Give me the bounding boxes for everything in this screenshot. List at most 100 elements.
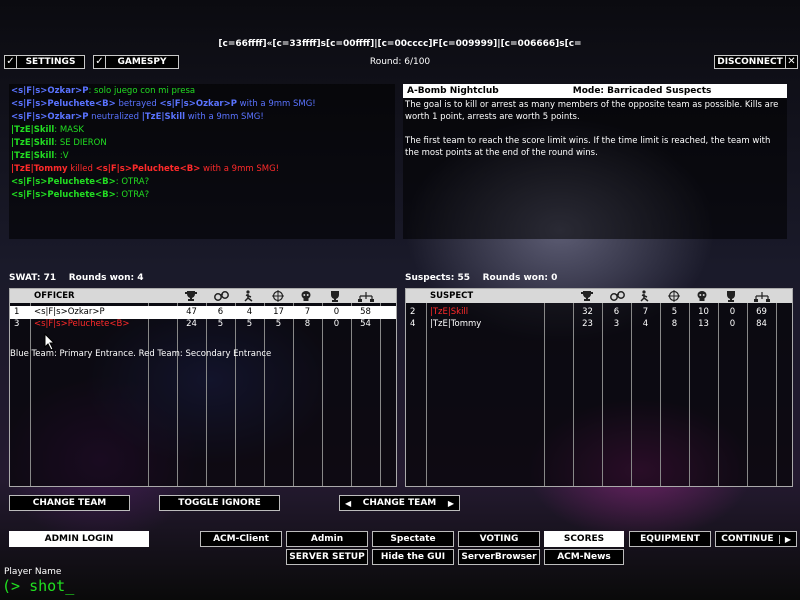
close-icon[interactable]: ✕ [785,56,797,68]
swat-score-header: SWAT: 71 Rounds won: 4 [9,273,144,283]
player-name-label: Player Name [4,567,62,577]
swat-scoreboard: OFFICER 1 <s|F|s>Ozkar>P 47 6 4 17 7 0 58 3 <s|F|s… [9,288,397,487]
chat-line: |TzE|Skill: :V [11,150,393,163]
skull-icon[interactable] [696,290,712,302]
scores-button[interactable]: SCORES [544,531,624,547]
chat-message-text: : MASK [54,125,84,135]
trophy-icon[interactable] [580,290,596,302]
arrow-right-icon: ▶ [778,534,796,544]
chat-message-text: with a 9mm SMG! [200,164,280,174]
chat-player-name: <s|F|s>Ozkar>P [11,112,89,122]
handcuffs-icon[interactable] [213,290,229,302]
arrow-right-icon[interactable]: ▶ [443,499,459,508]
suspects-score: Suspects: 55 [405,273,471,283]
chat-message-text: : :V [54,151,69,161]
stat-arrest-figure: 5 [246,319,253,329]
chat-line: <s|F|s>Peluchete<B>: OTRA? [11,176,393,189]
mouse-cursor-icon [44,333,56,351]
chat-line: <s|F|s>Peluchete<B> betrayed <s|F|s>Ozka… [11,98,393,111]
chat-line: <s|F|s>Peluchete<B>: OTRA? [11,189,393,202]
stat-trophy: 23 [582,319,593,329]
stat-handcuffs: 3 [613,319,620,329]
server-browser-button[interactable]: ServerBrowser [458,549,540,565]
chat-player-name: <s|F|s>Ozkar>P [159,99,237,109]
check-icon: ✓ [94,56,106,68]
admin-login-button[interactable]: ADMIN LOGIN [9,531,149,547]
suspects-table-header: SUSPECT [406,289,792,303]
arrest-figure-icon[interactable] [242,290,258,302]
spectate-button[interactable]: Spectate [372,531,454,547]
chat-message-text: with a 9mm SMG! [236,99,316,109]
continue-button[interactable]: CONTINUE ▶ [715,531,797,547]
chat-message-text: : solo juego con mi presa [88,86,196,96]
swat-table-header: OFFICER [10,289,396,303]
settings-label: SETTINGS [25,57,76,67]
player-name: <s|F|s>Peluchete<B> [34,319,130,329]
swat-rounds-won: Rounds won: 4 [68,273,144,283]
chat-line: <s|F|s>Ozkar>P neutralized |TzE|Skill wi… [11,111,393,124]
change-team-selector[interactable]: ◀ CHANGE TEAM ▶ [339,495,460,511]
admin-button[interactable]: Admin [286,531,368,547]
voting-button[interactable]: VOTING [458,531,540,547]
chat-player-name: <s|F|s>Peluchete<B> [95,164,201,174]
player-number: 4 [410,319,416,329]
chat-player-name: <s|F|s>Ozkar>P [11,86,89,96]
chat-message-text: : SE DIERON [54,138,107,148]
ping-network-icon[interactable] [358,290,374,302]
trophy-icon[interactable] [184,290,200,302]
skull-icon[interactable] [300,290,316,302]
stat-handcuffs: 5 [217,319,224,329]
crosshair-icon[interactable] [667,290,683,302]
crosshair-icon[interactable] [271,290,287,302]
stat-ping-network: 54 [360,319,371,329]
arrest-figure-icon[interactable] [638,290,654,302]
equipment-button[interactable]: EQUIPMENT [629,531,711,547]
chat-player-name: |TzE|Skill [141,112,186,122]
hide-gui-button[interactable]: Hide the GUI [372,549,454,565]
disconnect-label: DISCONNECT [717,57,783,67]
map-description: The goal is to kill or arrest as many me… [405,100,779,158]
chat-player-name: <s|F|s>Peluchete<B> [11,99,116,109]
stat-ping-network: 84 [756,319,767,329]
chat-message-text: neutralized [88,112,142,122]
officer-column-header: OFFICER [34,291,75,301]
ping-network-icon[interactable] [754,290,770,302]
award-icon[interactable] [329,290,345,302]
stat-trophy: 24 [186,319,197,329]
stat-award: 0 [729,319,736,329]
chat-line: |TzE|Skill: MASK [11,124,393,137]
chat-message-text: with a 9mm SMG! [185,112,264,122]
player-name: |TzE|Tommy [430,319,482,329]
chat-player-name: |TzE|Skill [11,125,55,135]
stat-skull: 13 [698,319,709,329]
player-row[interactable]: 4 |TzE|Tommy 23 3 4 8 13 0 84 [406,318,792,331]
stat-skull: 8 [304,319,311,329]
handcuffs-icon[interactable] [609,290,625,302]
player-row[interactable]: 3 <s|F|s>Peluchete<B> 24 5 5 5 8 0 54 [10,318,396,331]
chat-line: |TzE|Skill: SE DIERON [11,137,393,150]
arrow-left-icon[interactable]: ◀ [340,499,356,508]
acm-client-button[interactable]: ACM-Client [200,531,282,547]
chat-player-name: |TzE|Skill [11,138,55,148]
suspect-column-header: SUSPECT [430,291,474,301]
chat-message-text: betrayed [115,99,160,109]
stat-crosshair: 5 [275,319,282,329]
change-team-button[interactable]: CHANGE TEAM [9,495,130,511]
suspects-score-header: Suspects: 55 Rounds won: 0 [405,273,557,283]
settings-button[interactable]: ✓ SETTINGS [4,55,85,69]
disconnect-button[interactable]: DISCONNECT ✕ [714,55,798,69]
gamespy-label: GAMESPY [117,57,167,67]
toggle-ignore-button[interactable]: TOGGLE IGNORE [159,495,280,511]
player-number: 3 [14,319,20,329]
server-setup-button[interactable]: SERVER SETUP [286,549,368,565]
map-info-panel: A-Bomb Nightclub Mode: Barricaded Suspec… [403,84,787,239]
game-mode: Mode: Barricaded Suspects [572,86,712,96]
server-title-string: [c=66ffff]«[c=33ffff]s[c=00ffff]|[c=00cc… [218,39,582,49]
gamespy-button[interactable]: ✓ GAMESPY [93,55,179,69]
console-input[interactable]: (> shot_ [2,577,74,595]
acm-news-button[interactable]: ACM-News [544,549,624,565]
award-icon[interactable] [725,290,741,302]
chat-player-name: <s|F|s>Peluchete<B> [11,177,116,187]
change-team-selector-label: CHANGE TEAM [362,498,437,508]
suspects-scoreboard: SUSPECT 2 |TzE|Skill 32 6 7 5 10 0 69 4 |TzE|Tommy… [405,288,793,487]
